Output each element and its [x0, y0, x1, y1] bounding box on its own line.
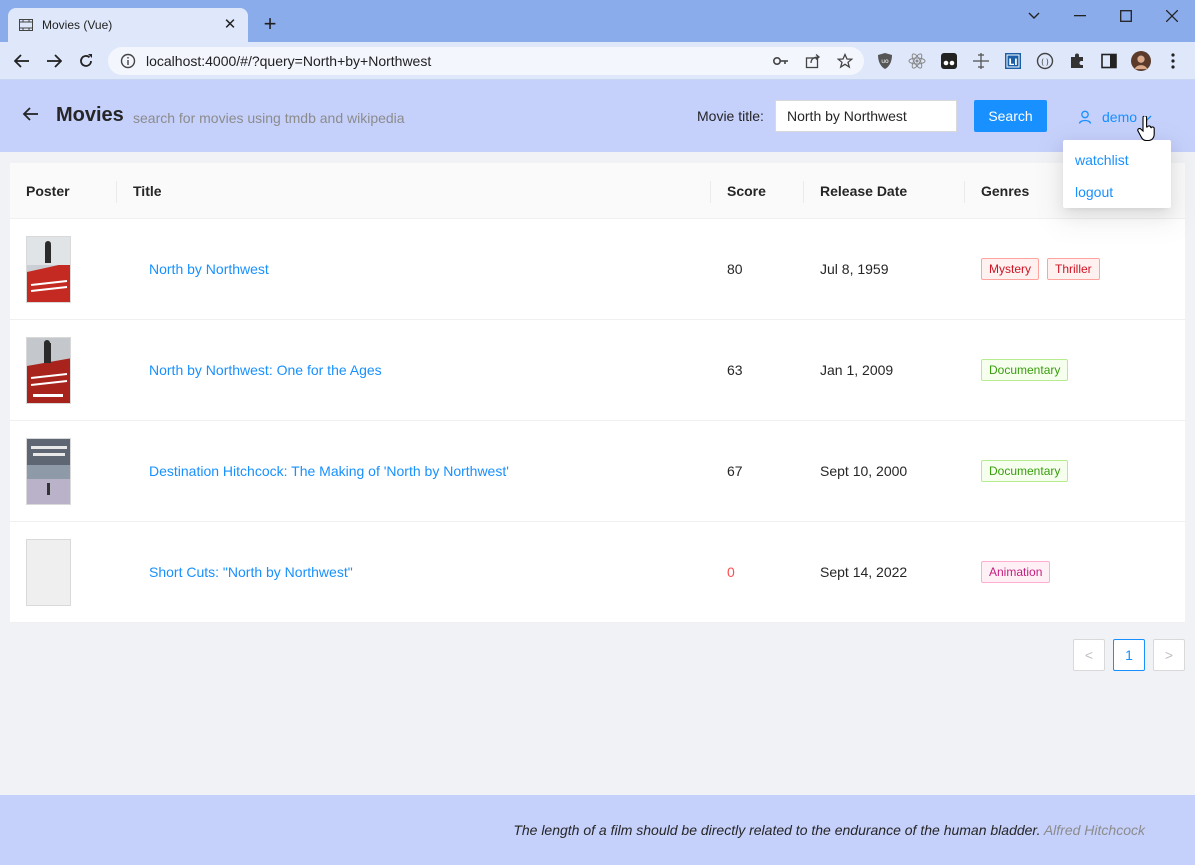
browser-tab[interactable]: Movies (Vue) ✕	[8, 8, 248, 42]
key-icon[interactable]	[769, 49, 793, 73]
app-header: Movies search for movies using tmdb and …	[0, 80, 1195, 152]
bookmark-star-icon[interactable]	[833, 49, 857, 73]
column-divider	[803, 181, 804, 203]
table-header: Poster Title Score Release Date Genres	[10, 163, 1185, 219]
page-subtitle: search for movies using tmdb and wikiped…	[133, 110, 405, 126]
genre-tags: Documentary	[981, 460, 1076, 482]
movie-release-date: Jul 8, 1959	[820, 261, 889, 277]
svg-text:LI: LI	[1008, 58, 1017, 68]
movie-title-link[interactable]: North by Northwest	[149, 261, 269, 277]
table-row: Destination Hitchcock: The Making of 'No…	[10, 421, 1185, 522]
movie-release-date: Sept 10, 2000	[820, 463, 908, 479]
share-icon[interactable]	[801, 49, 825, 73]
back-arrow-icon[interactable]	[22, 106, 42, 126]
browser-tab-title: Movies (Vue)	[42, 18, 113, 32]
maximize-icon[interactable]	[1106, 4, 1146, 28]
genre-tag: Animation	[981, 561, 1051, 583]
browser-menu-icon[interactable]	[1163, 51, 1183, 71]
search-label: Movie title:	[697, 108, 764, 124]
poster-placeholder	[26, 539, 71, 606]
column-divider	[116, 181, 117, 203]
user-icon	[1078, 110, 1092, 124]
column-header-release-date: Release Date	[820, 183, 908, 199]
movie-title-link[interactable]: Short Cuts: "North by Northwest"	[149, 564, 353, 580]
genre-tags: Animation	[981, 561, 1058, 583]
column-header-title: Title	[133, 183, 162, 199]
move-icon[interactable]	[971, 51, 991, 71]
footer: The length of a film should be directly …	[0, 795, 1195, 865]
column-header-score: Score	[727, 183, 766, 199]
pagination-next-button[interactable]: >	[1153, 639, 1185, 671]
extensions-puzzle-icon[interactable]	[1067, 51, 1087, 71]
quote-text: The length of a film should be directly …	[513, 822, 1041, 838]
menu-item-logout[interactable]: logout	[1063, 176, 1171, 208]
quote-author: Alfred Hitchcock	[1043, 822, 1145, 838]
search-button[interactable]: Search	[974, 100, 1047, 132]
url-text: localhost:4000/#/?query=North+by+Northwe…	[146, 53, 432, 69]
li-extension-icon[interactable]: LI	[1003, 51, 1023, 71]
ublock-icon[interactable]: uo	[875, 51, 895, 71]
movie-score: 80	[727, 261, 743, 277]
movie-poster	[26, 337, 71, 404]
profile-avatar-icon[interactable]	[1131, 51, 1151, 71]
movie-release-date: Jan 1, 2009	[820, 362, 894, 378]
pagination-prev-button[interactable]: <	[1073, 639, 1105, 671]
table-row: North by Northwest: One for the Ages 63 …	[10, 320, 1185, 421]
column-divider	[964, 181, 965, 203]
site-info-icon[interactable]	[120, 53, 136, 69]
code-extension-icon[interactable]: ()	[1035, 51, 1055, 71]
username: demo	[1102, 109, 1138, 125]
column-header-poster: Poster	[26, 183, 70, 199]
genre-tag: Thriller	[1047, 258, 1100, 280]
forward-icon[interactable]	[42, 49, 66, 73]
reload-icon[interactable]	[74, 49, 98, 73]
genre-tags: Documentary	[981, 359, 1076, 381]
browser-toolbar: localhost:4000/#/?query=North+by+Northwe…	[0, 42, 1195, 80]
tab-close-icon[interactable]: ✕	[222, 17, 238, 33]
genre-tags: Mystery Thriller	[981, 258, 1108, 280]
genre-tag: Documentary	[981, 359, 1069, 381]
genre-tag: Mystery	[981, 258, 1039, 280]
movie-poster	[26, 236, 71, 303]
pagination-page-1[interactable]: 1	[1113, 639, 1145, 671]
genre-tag: Documentary	[981, 460, 1069, 482]
table-row: Short Cuts: "North by Northwest" 0 Sept …	[10, 522, 1185, 623]
movies-table: Poster Title Score Release Date Genres N…	[10, 163, 1185, 623]
page-title: Movies	[56, 104, 124, 126]
movie-score: 67	[727, 463, 743, 479]
menu-item-watchlist[interactable]: watchlist	[1063, 144, 1171, 176]
svg-text:uo: uo	[881, 58, 889, 65]
user-dropdown-menu: watchlist logout	[1063, 140, 1171, 208]
hand-cursor-icon	[1137, 115, 1157, 142]
address-bar[interactable]: localhost:4000/#/?query=North+by+Northwe…	[108, 47, 864, 75]
browser-tabbar: Movies (Vue) ✕ +	[0, 0, 1195, 42]
film-icon	[18, 17, 34, 33]
tab-search-icon[interactable]	[1014, 4, 1054, 28]
table-row: North by Northwest 80 Jul 8, 1959 Myster…	[10, 219, 1185, 320]
movie-title-input[interactable]	[775, 100, 957, 132]
movie-score: 63	[727, 362, 743, 378]
movie-title-link[interactable]: Destination Hitchcock: The Making of 'No…	[149, 463, 509, 479]
movie-poster	[26, 438, 71, 505]
column-divider	[710, 181, 711, 203]
tampermonkey-icon[interactable]	[939, 51, 959, 71]
column-header-genres: Genres	[981, 183, 1030, 199]
new-tab-icon[interactable]: +	[258, 13, 282, 37]
back-icon[interactable]	[10, 49, 34, 73]
react-devtools-icon[interactable]	[907, 51, 927, 71]
svg-text:(): ()	[1040, 58, 1050, 67]
side-panel-icon[interactable]	[1099, 51, 1119, 71]
minimize-icon[interactable]	[1060, 4, 1100, 28]
footer-quote: The length of a film should be directly …	[513, 822, 1145, 838]
movie-release-date: Sept 14, 2022	[820, 564, 908, 580]
movie-title-link[interactable]: North by Northwest: One for the Ages	[149, 362, 382, 378]
window-close-icon[interactable]	[1152, 4, 1192, 28]
movie-score: 0	[727, 564, 735, 580]
